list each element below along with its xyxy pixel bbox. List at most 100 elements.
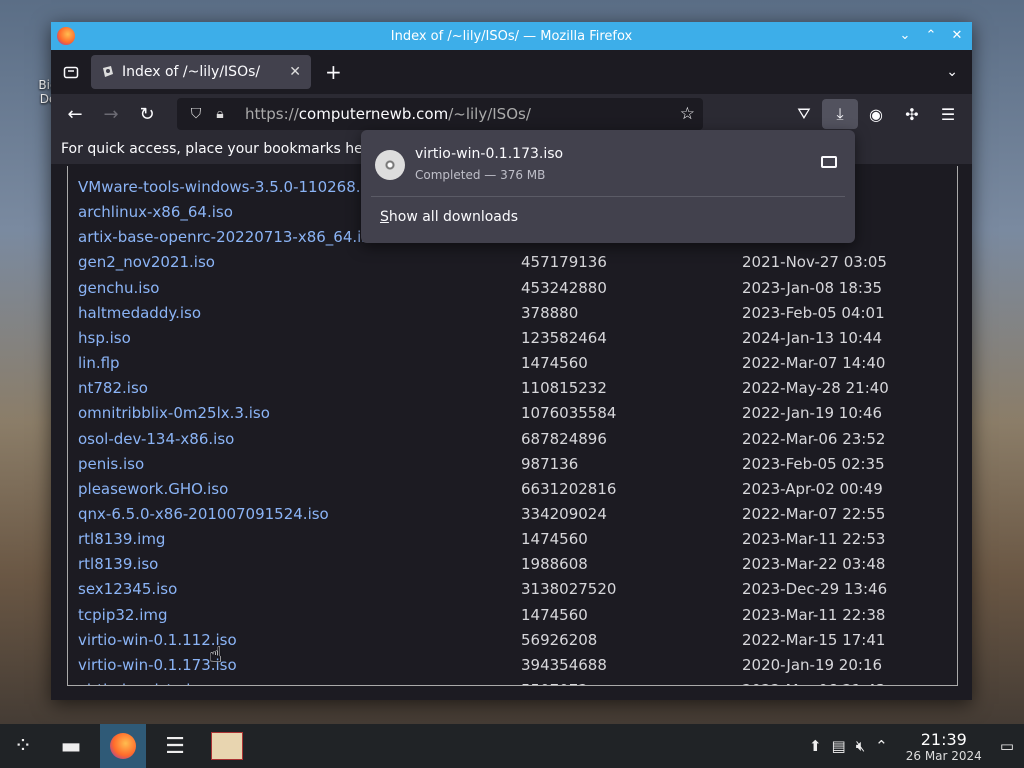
reload-button[interactable]: ↻ xyxy=(129,104,165,125)
minimize-icon[interactable]: ⌄ xyxy=(898,29,912,43)
page-content: VMware-tools-windows-3.5.0-110268.iso01a… xyxy=(67,166,958,686)
file-size: 110815232 xyxy=(521,379,607,398)
show-all-downloads-button[interactable]: Show all downloads xyxy=(380,209,518,225)
file-size: 56926208 xyxy=(521,630,598,649)
file-link[interactable]: pleasework.GHO.iso xyxy=(78,480,228,498)
account-icon[interactable]: ◉ xyxy=(858,105,894,124)
file-size: 3138027520 xyxy=(521,580,617,599)
maximize-icon[interactable]: ⌃ xyxy=(924,29,938,43)
file-date: 2022-Mar-15 17:41 xyxy=(742,630,886,649)
lock-icon[interactable]: 🔒︎ xyxy=(209,106,231,122)
url-text[interactable]: https://computernewb.com/~lily/ISOs/ xyxy=(245,105,531,123)
tab-active[interactable]: Index of /~lily/ISOs/ ✕ xyxy=(91,55,311,89)
table-row: virtio-win-0.1.173.iso 394354688 2020-Jan-… xyxy=(68,656,957,681)
back-button[interactable]: ← xyxy=(57,104,93,125)
file-link[interactable]: archlinux-x86_64.iso xyxy=(78,203,233,221)
file-size: 987136 xyxy=(521,454,579,473)
app-taskbar-icon[interactable] xyxy=(204,724,250,768)
file-size: 394354688 xyxy=(521,655,607,674)
file-size: 1474560 xyxy=(521,530,588,549)
file-link[interactable]: lin.flp xyxy=(78,354,120,372)
file-link[interactable]: gen2_nov2021.iso xyxy=(78,253,215,271)
file-link[interactable]: VMware-tools-windows-3.5.0-110268.iso xyxy=(78,178,382,196)
download-item[interactable]: virtio-win-0.1.173.iso Completed — 376 M… xyxy=(361,136,855,194)
file-size: 1474560 xyxy=(521,605,588,624)
shield-icon[interactable]: ⛉ xyxy=(185,106,207,122)
open-folder-icon[interactable] xyxy=(821,156,837,168)
close-window-icon[interactable]: ✕ xyxy=(950,29,964,43)
file-manager-icon[interactable]: ▬ xyxy=(48,724,94,768)
hand-cursor-icon: ☝ xyxy=(209,643,223,668)
file-date: 2024-Jan-13 10:44 xyxy=(742,328,883,347)
clock-date: 26 Mar 2024 xyxy=(905,748,982,763)
file-date: 2022-Mar-06 21:43 xyxy=(742,681,885,685)
file-size: 457179136 xyxy=(521,253,607,272)
file-date: 2021-Nov-27 03:05 xyxy=(742,253,887,272)
file-link[interactable]: genchu.iso xyxy=(78,279,159,297)
file-size: 5507072 xyxy=(521,681,588,685)
file-link[interactable]: nt782.iso xyxy=(78,379,148,397)
file-size: 1076035584 xyxy=(521,404,617,423)
forward-button[interactable]: → xyxy=(93,104,129,125)
file-link[interactable]: virtiodrv-vista.iso xyxy=(78,681,207,685)
file-date: 2023-Mar-11 22:38 xyxy=(742,605,886,624)
page-favicon-icon xyxy=(103,66,113,77)
tab-label: Index of /~lily/ISOs/ xyxy=(122,64,261,80)
file-link[interactable]: osol-dev-134-x86.iso xyxy=(78,430,234,448)
firefox-taskbar-icon[interactable] xyxy=(100,724,146,768)
new-tab-button[interactable]: + xyxy=(325,60,342,84)
clipboard-icon[interactable]: ▤ xyxy=(832,737,846,755)
clock-time: 21:39 xyxy=(920,729,967,749)
table-row: virtio-win-0.1.112.iso 56926208 2022-Mar-1… xyxy=(68,631,957,656)
tray-expand-icon[interactable]: ⌃ xyxy=(875,737,888,755)
file-link[interactable]: qnx-6.5.0-x86-201007091524.iso xyxy=(78,505,329,523)
table-row: gen2_nov2021.iso 457179136 2021-Nov-27 03:… xyxy=(68,253,957,278)
table-row: haltmedaddy.iso 378880 2023-Feb-05 04:01 xyxy=(68,304,957,329)
firefox-view-icon xyxy=(63,66,79,79)
file-size: 687824896 xyxy=(521,429,607,448)
show-desktop-icon[interactable]: ▭ xyxy=(1000,737,1014,755)
file-link[interactable]: omnitribblix-0m25lx.3.iso xyxy=(78,404,270,422)
file-link[interactable]: artix-base-openrc-20220713-x86_64.iso xyxy=(78,228,378,246)
bookmark-star-icon[interactable]: ☆ xyxy=(680,104,695,124)
taskbar: ⁘ ▬ ☰ ⬆ ▤ 🔇︎ ⌃ 21:39 26 Mar 2024 ▭ xyxy=(0,724,1024,768)
file-link[interactable]: rtl8139.iso xyxy=(78,555,158,573)
url-bar[interactable]: ⛉ 🔒︎ https://computernewb.com/~lily/ISOs… xyxy=(177,98,703,130)
firefox-view-button[interactable] xyxy=(57,58,85,86)
file-size: 378880 xyxy=(521,303,579,322)
file-link[interactable]: tcpip32.img xyxy=(78,606,168,624)
download-file-name: virtio-win-0.1.173.iso xyxy=(415,146,564,162)
firefox-window: Index of /~lily/ISOs/ — Mozilla Firefox … xyxy=(51,22,972,700)
settings-taskbar-icon[interactable]: ☰ xyxy=(152,724,198,768)
table-row: lin.flp 1474560 2022-Mar-07 14:40 xyxy=(68,354,957,379)
window-title: Index of /~lily/ISOs/ — Mozilla Firefox xyxy=(390,28,633,44)
table-row: genchu.iso 453242880 2023-Jan-08 18:35 xyxy=(68,279,957,304)
download-status: Completed — 376 MB xyxy=(415,168,546,182)
file-link[interactable]: sex12345.iso xyxy=(78,580,177,598)
volume-muted-icon[interactable]: 🔇︎ xyxy=(856,737,865,755)
file-date: 2023-Apr-02 00:49 xyxy=(742,479,883,498)
table-row: tcpip32.img 1474560 2023-Mar-11 22:38 xyxy=(68,606,957,631)
extensions-icon[interactable]: ✣ xyxy=(894,105,930,124)
clock[interactable]: 21:39 26 Mar 2024 xyxy=(906,730,982,763)
menu-icon[interactable]: ☰ xyxy=(930,105,966,124)
table-row: hsp.iso 123582464 2024-Jan-13 10:44 xyxy=(68,329,957,354)
divider xyxy=(371,196,845,197)
app-launcher-icon[interactable]: ⁘ xyxy=(0,724,46,768)
pocket-icon[interactable]: ⛛ xyxy=(786,104,822,124)
file-date: 2023-Mar-11 22:53 xyxy=(742,530,886,549)
list-tabs-icon[interactable]: ⌄ xyxy=(946,64,958,80)
table-row: virtiodrv-vista.iso 5507072 2022-Mar-06 21… xyxy=(68,681,957,685)
downloads-panel: virtio-win-0.1.173.iso Completed — 376 M… xyxy=(361,130,855,243)
file-size: 1988608 xyxy=(521,555,588,574)
table-row: penis.iso 987136 2023-Feb-05 02:35 xyxy=(68,455,957,480)
update-icon[interactable]: ⬆ xyxy=(809,737,822,755)
file-link[interactable]: hsp.iso xyxy=(78,329,131,347)
file-link[interactable]: penis.iso xyxy=(78,455,144,473)
file-link[interactable]: rtl8139.img xyxy=(78,530,165,548)
title-bar[interactable]: Index of /~lily/ISOs/ — Mozilla Firefox … xyxy=(51,22,972,50)
table-row: qnx-6.5.0-x86-201007091524.iso 334209024 2… xyxy=(68,505,957,530)
file-link[interactable]: haltmedaddy.iso xyxy=(78,304,201,322)
close-tab-icon[interactable]: ✕ xyxy=(289,64,301,80)
downloads-button[interactable]: ⤓ xyxy=(822,99,858,129)
